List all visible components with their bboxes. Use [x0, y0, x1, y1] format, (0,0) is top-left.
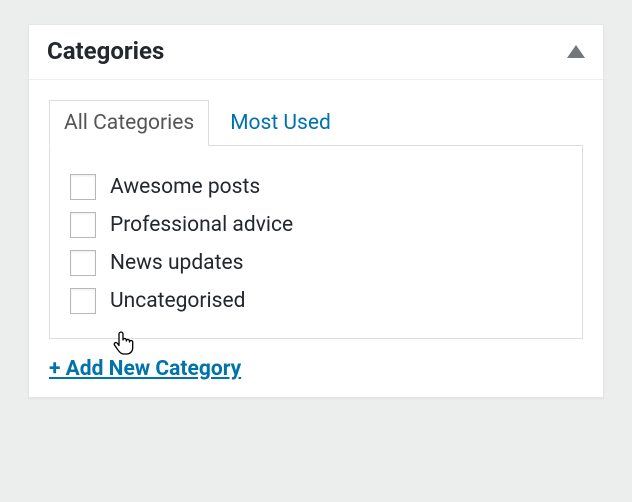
add-new-category-link[interactable]: + Add New Category — [49, 357, 241, 381]
category-item: Professional advice — [70, 212, 562, 238]
category-checkbox[interactable] — [70, 250, 96, 276]
category-list: Awesome posts Professional advice News u… — [70, 174, 562, 314]
category-item: News updates — [70, 250, 562, 276]
categories-metabox: Categories All Categories Most Used Awes… — [28, 24, 604, 398]
category-label[interactable]: Professional advice — [110, 213, 293, 237]
tab-all-categories[interactable]: All Categories — [49, 100, 209, 146]
category-label[interactable]: Awesome posts — [110, 175, 260, 199]
collapse-arrow-icon — [567, 45, 585, 58]
metabox-body: All Categories Most Used Awesome posts P… — [29, 80, 603, 397]
panel-title: Categories — [47, 37, 164, 65]
category-item: Awesome posts — [70, 174, 562, 200]
category-item: Uncategorised — [70, 288, 562, 314]
category-checkbox[interactable] — [70, 288, 96, 314]
metabox-toggle[interactable]: Categories — [29, 25, 603, 80]
tab-most-used[interactable]: Most Used — [215, 100, 346, 146]
category-label[interactable]: News updates — [110, 251, 243, 275]
tab-panel-all: Awesome posts Professional advice News u… — [49, 145, 583, 339]
category-checkbox[interactable] — [70, 174, 96, 200]
category-tabs: All Categories Most Used — [49, 100, 583, 146]
category-checkbox[interactable] — [70, 212, 96, 238]
category-label[interactable]: Uncategorised — [110, 289, 245, 313]
